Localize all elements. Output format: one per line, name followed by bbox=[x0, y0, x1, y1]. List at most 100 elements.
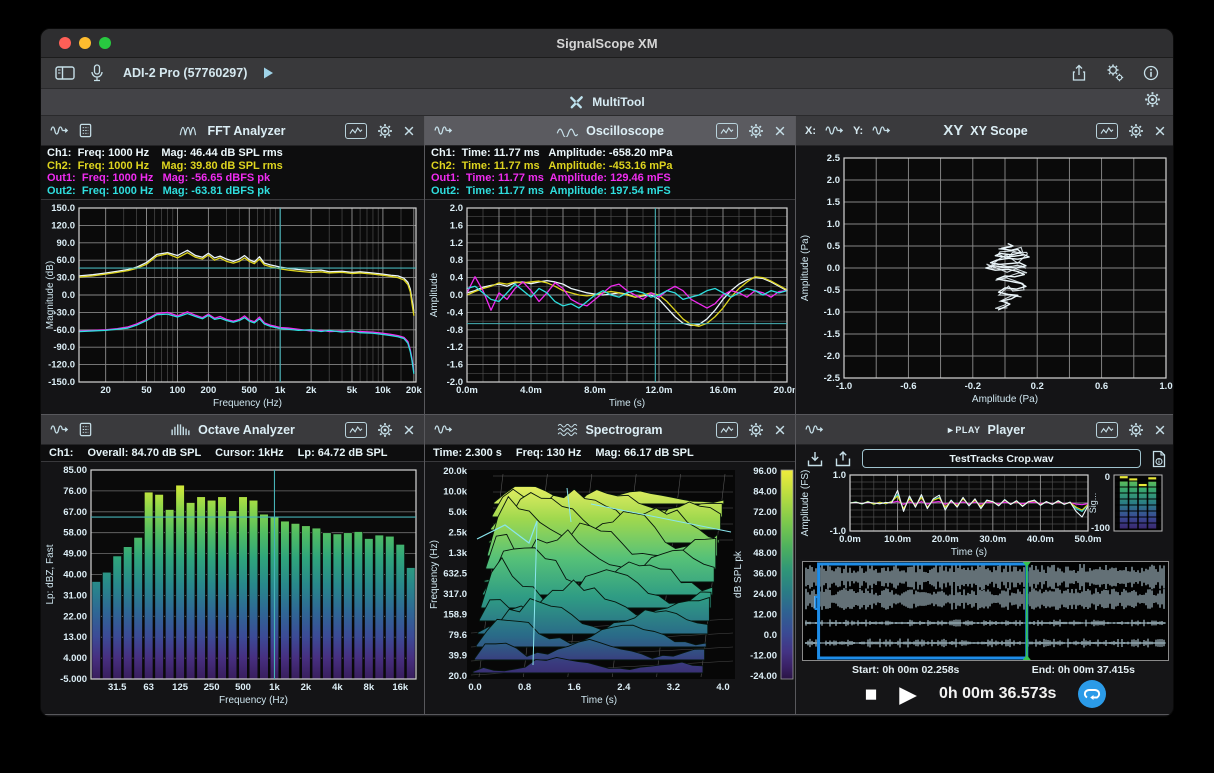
settings-gears-icon[interactable] bbox=[1105, 63, 1125, 83]
microphone-icon[interactable] bbox=[89, 64, 105, 82]
svg-text:-0.6: -0.6 bbox=[900, 381, 916, 392]
octave-readout: Ch1:Overall: 84.70 dB SPLCursor: 1kHzLp:… bbox=[41, 445, 424, 462]
svg-text:-0.4: -0.4 bbox=[447, 307, 464, 318]
spectrogram-chart[interactable]: 20.0k10.0k5.0k2.5k1.3k632.5317.0158.979.… bbox=[425, 462, 795, 715]
input-signal-icon[interactable] bbox=[50, 123, 69, 138]
panel-octave-analyzer: Octave Analyzer Ch1:Overall: 84.70 dB SP… bbox=[41, 415, 425, 715]
svg-text:Frequency (Hz): Frequency (Hz) bbox=[219, 695, 288, 706]
close-icon[interactable] bbox=[403, 125, 415, 137]
svg-text:8k: 8k bbox=[364, 682, 375, 693]
xy-glyph: XY bbox=[943, 122, 963, 139]
player-mini-chart[interactable]: 0.0m10.0m20.0m30.0m40.0m50.0m1.0-1.0Time… bbox=[796, 469, 1174, 559]
svg-text:2k: 2k bbox=[301, 682, 312, 693]
gear-icon[interactable] bbox=[748, 422, 764, 438]
close-icon[interactable] bbox=[1154, 424, 1166, 436]
file-name-field[interactable]: TestTracks Crop.wav bbox=[862, 449, 1141, 468]
oscilloscope-readouts: Ch1: Time: 11.77 ms Amplitude: -658.20 m… bbox=[425, 146, 795, 200]
svg-text:0.8: 0.8 bbox=[518, 682, 531, 693]
svg-text:20.0m: 20.0m bbox=[774, 385, 795, 396]
svg-text:5.0k: 5.0k bbox=[449, 507, 468, 518]
octave-header[interactable]: Octave Analyzer bbox=[41, 415, 424, 445]
close-icon[interactable] bbox=[774, 424, 786, 436]
gear-icon[interactable] bbox=[377, 123, 393, 139]
xy-scope-header[interactable]: X: Y: XY XY Scope bbox=[796, 116, 1174, 146]
svg-text:40.00: 40.00 bbox=[63, 570, 87, 581]
svg-text:4k: 4k bbox=[332, 682, 343, 693]
svg-text:13.00: 13.00 bbox=[63, 632, 87, 643]
chart-style-icon[interactable] bbox=[345, 422, 367, 438]
waveform-overview[interactable] bbox=[802, 561, 1169, 661]
share-icon[interactable] bbox=[1071, 64, 1087, 82]
gear-icon[interactable] bbox=[1128, 422, 1144, 438]
oscilloscope-header[interactable]: Oscilloscope bbox=[425, 116, 795, 146]
svg-text:200: 200 bbox=[200, 385, 216, 396]
play-button[interactable]: ▶ bbox=[899, 683, 917, 706]
input-signal-icon[interactable] bbox=[434, 422, 453, 437]
xy-chart[interactable]: -1.0-0.6-0.20.20.61.02.52.01.51.00.50.0-… bbox=[796, 146, 1174, 415]
svg-text:84.00: 84.00 bbox=[753, 487, 777, 498]
record-document-icon[interactable] bbox=[78, 422, 93, 437]
input-signal-icon[interactable] bbox=[805, 422, 824, 437]
svg-text:58.00: 58.00 bbox=[63, 528, 87, 539]
close-icon[interactable] bbox=[774, 125, 786, 137]
chart-style-icon[interactable] bbox=[345, 123, 367, 139]
svg-text:4.0m: 4.0m bbox=[520, 385, 542, 396]
svg-text:-120.0: -120.0 bbox=[48, 360, 75, 371]
x-input-signal-icon[interactable] bbox=[825, 123, 844, 138]
fft-chart[interactable]: 20501002005001k2k5k10k20k150.0120.090.06… bbox=[41, 200, 424, 415]
multitool-gear-icon[interactable] bbox=[1144, 91, 1161, 108]
sidebar-toggle-icon[interactable] bbox=[55, 65, 75, 81]
run-play-icon[interactable] bbox=[261, 66, 275, 80]
svg-text:1.0: 1.0 bbox=[1159, 381, 1172, 392]
svg-text:39.9: 39.9 bbox=[449, 651, 468, 662]
playback-time: 0h 00m 36.573s bbox=[939, 685, 1056, 703]
record-document-icon[interactable] bbox=[78, 123, 93, 138]
svg-text:20.0: 20.0 bbox=[449, 671, 468, 682]
svg-text:60.0: 60.0 bbox=[57, 255, 76, 266]
panel-player: ►PLAY Player TestTracks Crop.wav bbox=[796, 415, 1174, 715]
close-icon[interactable] bbox=[1154, 125, 1166, 137]
svg-text:0.5: 0.5 bbox=[827, 241, 841, 252]
main-toolbar: ADI-2 Pro (57760297) bbox=[41, 58, 1173, 89]
svg-text:60.00: 60.00 bbox=[753, 528, 777, 539]
stop-button[interactable]: ■ bbox=[865, 684, 878, 705]
svg-text:0.8: 0.8 bbox=[450, 255, 463, 266]
device-name[interactable]: ADI-2 Pro (57760297) bbox=[123, 66, 247, 80]
oscilloscope-chart[interactable]: 0.0m4.0m8.0m12.0m16.0m20.0m2.01.61.20.80… bbox=[425, 200, 795, 415]
info-icon[interactable] bbox=[1143, 65, 1159, 81]
svg-text:Time (s): Time (s) bbox=[609, 398, 645, 409]
svg-text:96.00: 96.00 bbox=[753, 466, 777, 477]
export-file-icon[interactable] bbox=[834, 450, 852, 468]
xy-scope-title: XY Scope bbox=[970, 124, 1027, 138]
spectrogram-header[interactable]: Spectrogram bbox=[425, 415, 795, 445]
octave-chart[interactable]: 31.5631252505001k2k4k8k16k85.0076.0067.0… bbox=[41, 462, 424, 715]
svg-text:31.5: 31.5 bbox=[108, 682, 127, 693]
svg-text:63: 63 bbox=[143, 682, 154, 693]
gear-icon[interactable] bbox=[748, 123, 764, 139]
spectrogram-title: Spectrogram bbox=[585, 423, 662, 437]
input-signal-icon[interactable] bbox=[434, 123, 453, 138]
y-input-signal-icon[interactable] bbox=[872, 123, 891, 138]
player-body: TestTracks Crop.wav 0.0m10.0m20.0m30.0m4… bbox=[796, 445, 1174, 715]
chart-style-icon[interactable] bbox=[716, 422, 738, 438]
svg-text:2.4: 2.4 bbox=[617, 682, 631, 693]
player-header[interactable]: ►PLAY Player bbox=[796, 415, 1174, 445]
selection-end-time: End: 0h 00m 37.415s bbox=[1032, 664, 1135, 676]
fft-header[interactable]: FFT Analyzer bbox=[41, 116, 424, 146]
x-channel-label: X: bbox=[805, 125, 816, 137]
file-info-icon[interactable] bbox=[1151, 450, 1167, 468]
svg-text:12.0m: 12.0m bbox=[646, 385, 673, 396]
input-signal-icon[interactable] bbox=[50, 422, 69, 437]
svg-text:-24.00: -24.00 bbox=[750, 671, 777, 682]
close-icon[interactable] bbox=[403, 424, 415, 436]
panel-grid: FFT Analyzer Ch1: Freq: 1000 Hz Mag: 46.… bbox=[41, 116, 1173, 715]
svg-text:2.5k: 2.5k bbox=[449, 528, 468, 539]
gear-icon[interactable] bbox=[377, 422, 393, 438]
svg-text:2.0: 2.0 bbox=[827, 175, 840, 186]
chart-style-icon[interactable] bbox=[716, 123, 738, 139]
gear-icon[interactable] bbox=[1128, 123, 1144, 139]
loop-button[interactable] bbox=[1078, 680, 1106, 708]
import-file-icon[interactable] bbox=[806, 450, 824, 468]
chart-style-icon[interactable] bbox=[1096, 123, 1118, 139]
chart-style-icon[interactable] bbox=[1096, 422, 1118, 438]
